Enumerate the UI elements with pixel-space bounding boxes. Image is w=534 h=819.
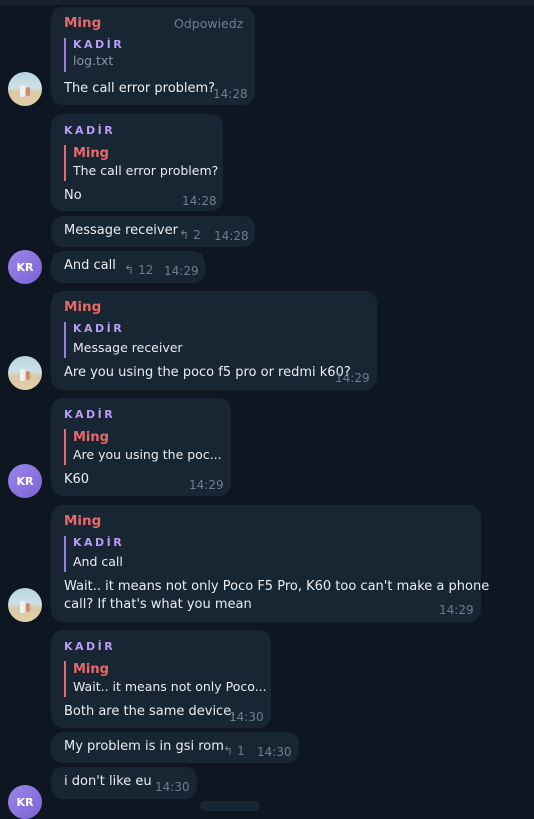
reply-arrow-icon: ↰ [179,228,190,242]
quote-text: log.txt [73,53,114,68]
reply-count: 12 [138,263,154,277]
reply-action[interactable]: Odpowiedz [174,16,243,31]
message-time: 14:29 [335,371,370,385]
quote-author: KADİR [73,322,125,335]
message-text: Both are the same device. [64,704,236,719]
avatar-photo[interactable] [8,72,42,106]
quoted-message[interactable]: KADİR Message receiver [64,322,183,358]
message-text: And call [64,258,116,273]
message-time: 14:28 [213,87,248,101]
message-bubble[interactable]: My problem is in gsi rom ↰ 1 14:30 [51,732,299,763]
quoted-message[interactable]: Ming The call error problem? [64,145,218,181]
message-text: K60 [64,472,90,487]
quoted-message[interactable]: Ming Wait.. it means not only Poco... [64,661,267,697]
quote-text: And call [73,554,123,569]
message-bubble-partial[interactable] [200,801,260,811]
message-bubble[interactable]: KADİR Ming Are you using the poc... K60 … [51,398,231,496]
message-bubble[interactable]: i don't like eu 14:30 [51,767,197,799]
avatar-kr[interactable]: KR [8,785,42,819]
avatar-kr[interactable]: KR [8,464,42,498]
message-text: Message receiver [64,223,178,238]
replies-count[interactable]: ↰ 12 [124,263,153,277]
avatar-figure [20,601,25,613]
quote-text: Message receiver [73,340,183,355]
sender-name[interactable]: Ming [64,15,101,31]
message-time: 14:30 [229,710,264,724]
message-text: i don't like eu [64,774,152,789]
message-text: The call error problem? [64,81,216,96]
message-bubble[interactable]: Ming KADİR Message receiver Are you usin… [51,291,377,390]
quote-author: Ming [73,430,109,445]
message-bubble[interactable]: Message receiver ↰ 2 14:28 [51,216,255,247]
reply-arrow-icon: ↰ [223,744,234,758]
quote-author: Ming [73,662,109,677]
quote-author: Ming [73,146,109,161]
avatar-figure [20,369,25,381]
message-bubble[interactable]: And call ↰ 12 14:29 [51,251,205,283]
top-bar [0,0,534,5]
avatar-kr[interactable]: KR [8,250,42,284]
quote-author: KADİR [64,640,116,653]
quote-author: KADİR [64,408,116,421]
message-time: 14:28 [182,194,217,208]
reply-count: 1 [237,744,245,758]
sender-name[interactable]: Ming [64,299,101,315]
quoted-message[interactable]: KADİR And call [64,536,124,572]
message-text: My problem is in gsi rom [64,739,224,754]
avatar-figure [20,85,25,97]
quote-text: Are you using the poc... [73,447,222,462]
quoted-message[interactable]: KADİR log.txt [64,38,124,72]
message-bubble[interactable]: Ming KADİR And call Wait.. it means not … [51,505,489,622]
quote-author: KADİR [64,124,116,137]
message-text: Are you using the poco f5 pro or redmi k… [64,365,351,380]
message-bubble[interactable]: Ming Odpowiedz KADİR log.txt The call er… [51,7,255,105]
message-time: 14:30 [257,745,292,759]
avatar-photo[interactable] [8,588,42,622]
avatar-photo[interactable] [8,356,42,390]
quoted-message[interactable]: Ming Are you using the poc... [64,429,222,465]
message-bubble[interactable]: KADİR Ming Wait.. it means not only Poco… [51,630,271,728]
avatar-figure [26,603,30,612]
quote-text: The call error problem? [73,163,219,178]
avatar-figure [26,371,30,380]
reply-count: 2 [193,228,201,242]
reply-arrow-icon: ↰ [124,263,135,277]
message-time: 14:28 [214,229,249,243]
replies-count[interactable]: ↰ 2 [179,228,201,242]
quote-author: KADİR [73,536,125,549]
message-bubble[interactable]: KADİR Ming The call error problem? No 14… [51,114,223,211]
sender-name[interactable]: Ming [64,513,101,529]
message-text-line-1: Wait.. it means not only Poco F5 Pro, K6… [64,579,490,594]
avatar-figure [26,87,30,96]
quote-author: KADİR [73,38,125,51]
replies-count[interactable]: ↰ 1 [223,744,245,758]
message-text: No [64,188,82,203]
message-text-line-2: call? If that's what you mean [64,597,252,612]
message-time: 14:29 [189,478,224,492]
message-time: 14:29 [164,264,199,278]
message-time: 14:29 [439,603,474,617]
message-time: 14:30 [155,780,190,794]
quote-text: Wait.. it means not only Poco... [73,679,267,694]
